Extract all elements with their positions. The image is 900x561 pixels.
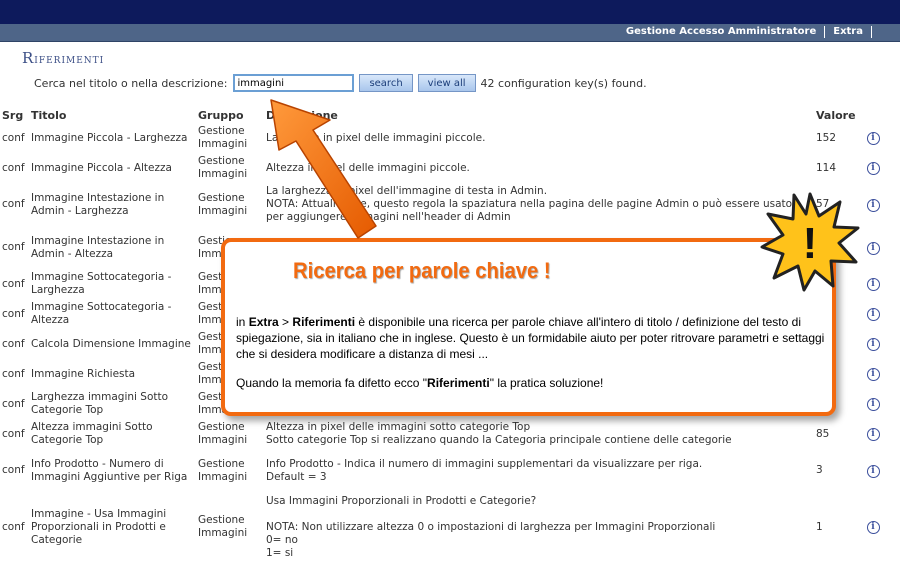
cell-srg: conf [2,277,25,290]
cell-descrizione: Altezza in pixel delle immagini piccole. [266,161,470,174]
info-icon[interactable]: i [866,464,880,478]
callout-bold-extra: Extra [248,315,279,329]
info-icon[interactable]: i [866,428,880,441]
info-icon[interactable]: i [866,368,880,381]
cell-titolo: Calcola Dimensione Immagine [31,337,191,350]
nav-links: Gestione Accesso Amministratore Extra [618,26,872,38]
cell-titolo: Immagine - Usa Immagini Proporzionali in… [31,507,167,546]
callout-title: Ricerca per parole chiave ! [293,258,551,283]
cell-srg: conf [2,198,25,210]
cell-gruppo: Gestione Immagini [198,125,248,150]
callout-paragraph-2: Quando la memoria fa difetto ecco "Rifer… [236,375,826,391]
cell-titolo: Immagine Sottocategoria - Altezza [31,301,172,326]
cell-srg: conf [2,397,25,410]
info-icon[interactable]: i [866,162,880,175]
info-icon[interactable]: i [866,198,880,212]
table-row[interactable]: conf Immagine Intestazione in Admin - La… [0,183,884,226]
cell-titolo: Info Prodotto - Numero di Immagini Aggiu… [31,457,188,483]
callout-box: Ricerca per parole chiave ! in Extra > R… [221,238,836,416]
callout-text: > [278,315,293,329]
info-icon[interactable]: i [866,338,880,351]
table-row[interactable]: conf Immagine Piccola - Larghezza Gestio… [0,123,884,153]
nav-bar: Gestione Accesso Amministratore Extra [0,24,900,42]
cell-gruppo: Gestione Immagini [198,421,248,446]
cell-titolo: Larghezza immagini Sotto Categorie Top [31,391,169,416]
top-banner [0,0,900,24]
cell-titolo: Immagine Sottocategoria - Larghezza [31,271,172,296]
cell-valore: 1 [816,520,823,533]
cell-titolo: Immagine Richiesta [31,367,136,380]
header-srg: Srg [2,109,24,122]
info-icon[interactable]: i [866,132,880,145]
search-button[interactable]: search [359,74,413,92]
cell-descrizione: Altezza in pixel delle immagini sotto ca… [266,421,732,446]
cell-descrizione: Info Prodotto - Indica il numero di imma… [266,457,703,483]
cell-srg: conf [2,464,25,476]
callout-text: " la pratica soluzione! [489,376,604,390]
nav-link-admin-access[interactable]: Gestione Accesso Amministratore [618,26,826,38]
header-descrizione: Descrizione [266,109,338,122]
search-label: Cerca nel titolo o nella descrizione: [34,76,228,90]
callout-text: in [236,315,249,329]
info-icon[interactable]: i [866,308,880,321]
callout-bold-riferimenti: Riferimenti [427,376,490,390]
cell-srg: conf [2,241,25,253]
table-row[interactable]: conf Altezza immagini Sotto Categorie To… [0,419,884,449]
info-icon[interactable]: i [866,521,880,534]
page-title-cap: R [22,49,35,67]
cell-valore: 3 [816,464,823,476]
info-icon[interactable]: i [866,278,880,291]
cell-srg: conf [2,367,25,380]
cell-descrizione: Usa Immagini Proporzionali in Prodotti e… [266,494,716,559]
table-header-row: Srg Titolo Gruppo Descrizione Valore [0,108,884,123]
cell-descrizione: La larghezza in pixel dell'immagine di t… [266,185,793,223]
view-all-button[interactable]: view all [417,74,476,92]
cell-valore: 114 [816,161,837,174]
search-input[interactable] [233,74,355,92]
table-row[interactable]: conf Info Prodotto - Numero di Immagini … [0,449,884,492]
page-title: Riferimenti [22,49,104,67]
search-row: Cerca nel titolo o nella descrizione: se… [34,74,647,92]
header-valore: Valore [816,109,856,122]
cell-titolo: Altezza immagini Sotto Categorie Top [31,421,153,446]
table-row[interactable]: conf Immagine - Usa Immagini Proporziona… [0,492,884,561]
callout-text: Quando la memoria fa difetto ecco " [236,376,428,390]
cell-descrizione: Larghezza in pixel delle immagini piccol… [266,131,486,144]
header-info [862,108,884,123]
cell-titolo: Immagine Intestazione in Admin - Larghez… [31,191,165,217]
callout-paragraph-1: in Extra > Riferimenti è disponibile una… [236,314,826,362]
cell-srg: conf [2,161,25,174]
cell-gruppo: Gestione Immagini [198,155,248,180]
burst-glyph: ! [803,219,818,268]
cell-valore: 85 [816,427,830,440]
table-row[interactable]: conf Immagine Piccola - Altezza Gestione… [0,153,884,183]
cell-titolo: Immagine Piccola - Altezza [31,161,172,174]
callout-bold-riferimenti: Riferimenti [292,315,356,329]
nav-link-extra[interactable]: Extra [825,26,872,38]
page-title-rest: iferimenti [34,52,105,67]
cell-srg: conf [2,427,25,440]
cell-titolo: Immagine Piccola - Larghezza [31,131,188,144]
cell-gruppo: Gestione Immagini [198,457,248,483]
results-count: 42 configuration key(s) found. [480,76,647,90]
cell-gruppo: Gestione Immagini [198,514,248,539]
info-icon[interactable]: i [866,398,880,411]
cell-srg: conf [2,520,25,533]
cell-srg: conf [2,131,25,144]
header-gruppo: Gruppo [198,109,244,122]
cell-gruppo: Gestione Immagini [198,191,248,217]
cell-valore: 152 [816,131,837,144]
cell-srg: conf [2,307,25,320]
header-titolo: Titolo [31,109,67,122]
info-icon[interactable]: i [866,241,880,255]
cell-srg: conf [2,337,25,350]
cell-titolo: Immagine Intestazione in Admin - Altezza [31,234,165,260]
warning-burst-icon: ! [760,192,860,292]
